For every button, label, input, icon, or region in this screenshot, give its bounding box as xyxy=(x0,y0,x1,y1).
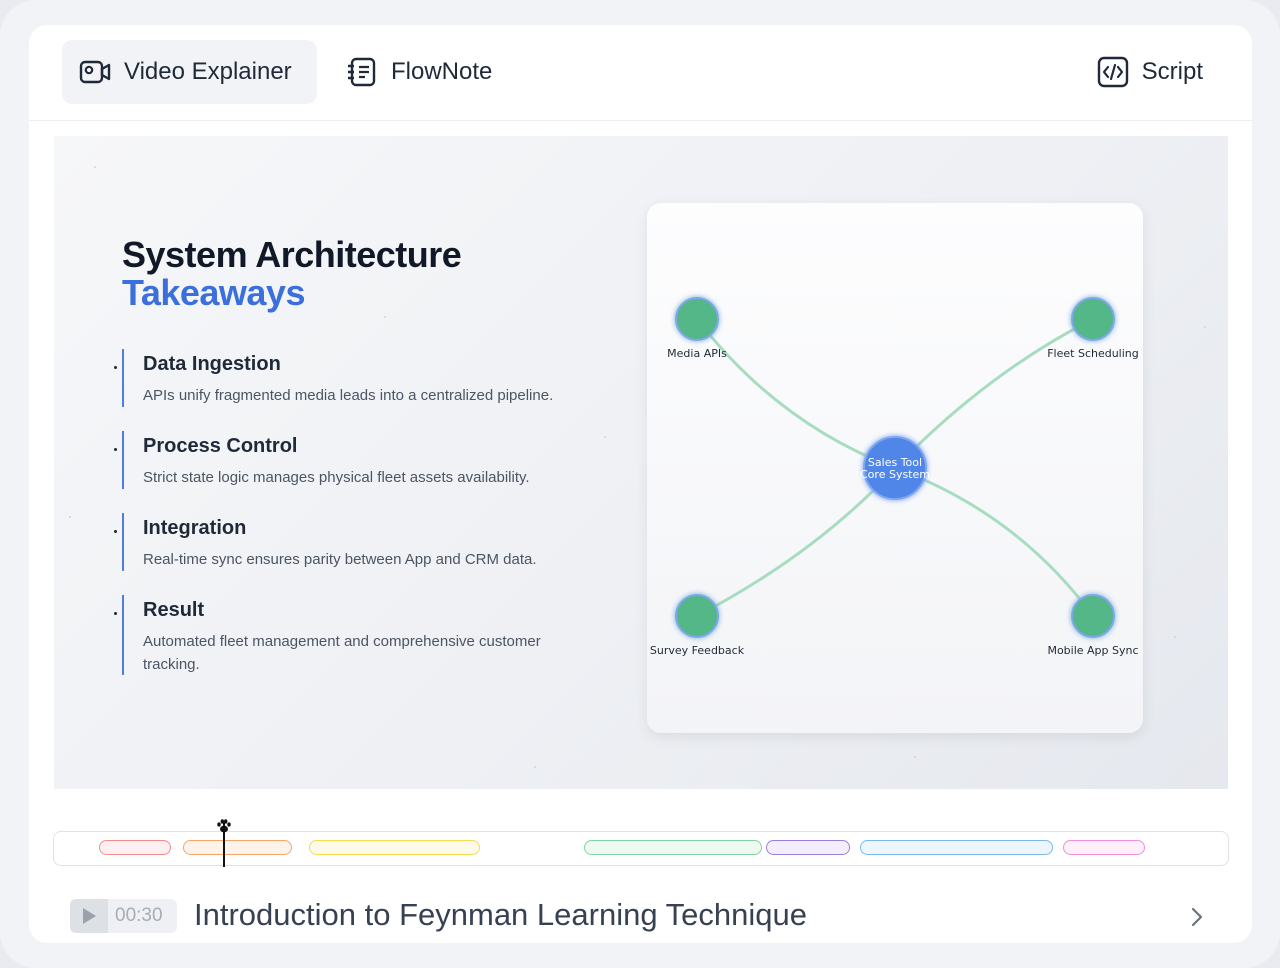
code-icon xyxy=(1097,56,1128,88)
play-button[interactable] xyxy=(70,899,108,933)
timeline-segment[interactable] xyxy=(99,840,171,855)
bullet-dot xyxy=(114,530,117,533)
node-label: Fleet Scheduling xyxy=(1047,347,1139,360)
diagram-svg: Sales Tool Core System Media APIs Fleet … xyxy=(650,297,1139,657)
video-timeline[interactable] xyxy=(53,831,1229,866)
tab-bar: Video Explainer FlowNote Script xyxy=(29,25,1252,121)
tab-video-explainer-label: Video Explainer xyxy=(124,58,292,85)
architecture-diagram: Sales Tool Core System Media APIs Fleet … xyxy=(647,203,1143,733)
tab-flownote-label: FlowNote xyxy=(391,58,493,85)
app-frame: Video Explainer FlowNote Script System A… xyxy=(0,0,1280,968)
speck xyxy=(94,166,96,168)
timeline-segment[interactable] xyxy=(860,840,1053,855)
node-label: Media APIs xyxy=(667,347,727,360)
main-card: Video Explainer FlowNote Script System A… xyxy=(29,25,1252,943)
edge-media-apis xyxy=(695,318,896,470)
tab-script-label: Script xyxy=(1141,58,1203,85)
chevron-right-icon[interactable] xyxy=(1187,905,1207,929)
slide-title-line2: Takeaways xyxy=(122,272,305,313)
video-camera-icon xyxy=(79,60,111,84)
speck xyxy=(1174,636,1176,638)
takeaway-text: Automated fleet management and comprehen… xyxy=(143,633,541,673)
play-icon xyxy=(83,908,96,924)
edge-survey-feedback xyxy=(696,466,897,618)
paw-icon[interactable] xyxy=(216,818,232,834)
node-mobile-app-sync xyxy=(1071,594,1115,638)
takeaway-heading: Data Ingestion xyxy=(143,353,281,375)
speck xyxy=(914,756,916,758)
video-slide: System Architecture Takeaways Data Inges… xyxy=(54,136,1228,789)
takeaway-text: Real-time sync ensures parity between Ap… xyxy=(143,551,537,568)
takeaway-data-ingestion: Data Ingestion APIs unify fragmented med… xyxy=(114,349,613,407)
bullet-dot xyxy=(114,612,117,615)
takeaway-text: APIs unify fragmented media leads into a… xyxy=(143,387,554,404)
slide-title-line1: System Architecture xyxy=(122,234,462,275)
bullet-dot xyxy=(114,366,117,369)
timeline-segment[interactable] xyxy=(584,840,762,855)
takeaway-heading: Result xyxy=(143,599,205,621)
edge-fleet-scheduling xyxy=(893,317,1094,470)
takeaway-heading: Integration xyxy=(143,517,247,539)
timeline-segment[interactable] xyxy=(1063,840,1145,855)
node-fleet-scheduling xyxy=(1071,297,1115,341)
takeaway-process-control: Process Control Strict state logic manag… xyxy=(114,431,613,489)
play-control[interactable]: 00:30 xyxy=(70,899,177,933)
takeaway-result: Result Automated fleet management and co… xyxy=(114,595,583,675)
takeaway-text: Strict state logic manages physical flee… xyxy=(143,469,530,486)
node-survey-feedback xyxy=(675,594,719,638)
current-time: 00:30 xyxy=(115,905,163,926)
node-label: Survey Feedback xyxy=(650,644,745,657)
slide-title: System Architecture Takeaways xyxy=(122,234,462,313)
edge-mobile-app-sync xyxy=(894,466,1095,617)
speck xyxy=(384,316,386,318)
timeline-segment[interactable] xyxy=(766,840,850,855)
node-media-apis xyxy=(675,297,719,341)
tab-video-explainer[interactable]: Video Explainer xyxy=(62,40,317,104)
tab-flownote[interactable]: FlowNote xyxy=(329,40,508,104)
speck xyxy=(69,516,71,518)
center-label-line2: Core System xyxy=(860,468,930,481)
timeline-segment[interactable] xyxy=(183,840,292,855)
takeaway-integration: Integration Real-time sync ensures parit… xyxy=(114,513,613,571)
takeaway-heading: Process Control xyxy=(143,435,298,457)
timeline-segment[interactable] xyxy=(309,840,480,855)
bullet-dot xyxy=(114,448,117,451)
speck xyxy=(1204,326,1206,328)
tab-script[interactable]: Script xyxy=(1080,40,1219,104)
node-label: Mobile App Sync xyxy=(1047,644,1138,657)
speck xyxy=(534,766,536,768)
video-title: Introduction to Feynman Learning Techniq… xyxy=(194,897,807,932)
notebook-icon xyxy=(348,57,376,87)
